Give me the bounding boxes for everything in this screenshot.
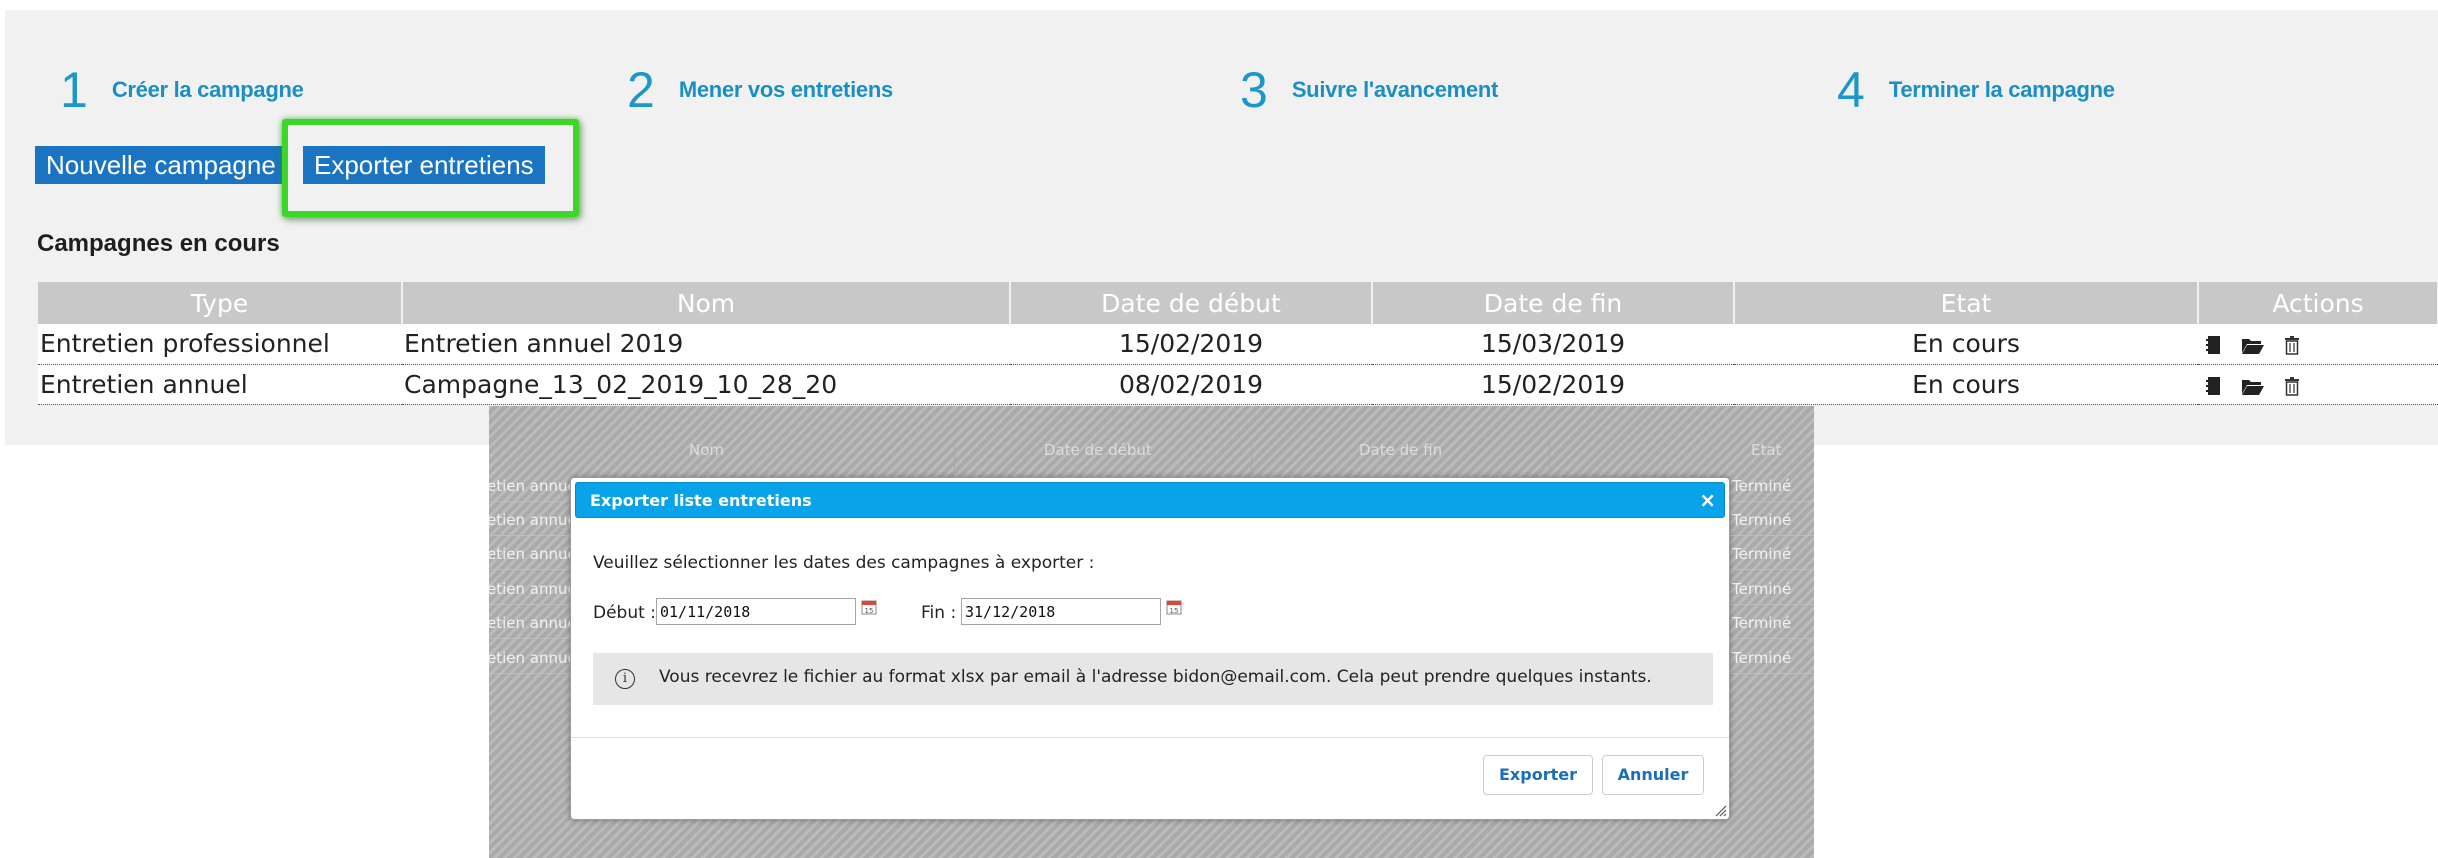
step-label[interactable]: Suivre l'avancement xyxy=(1292,77,1499,103)
bg-header-start-date: Date de début xyxy=(1044,441,1152,459)
cell-end-date: 15/02/2019 xyxy=(1372,364,1734,405)
cell-type: Entretien professionnel xyxy=(38,324,402,365)
step-number: 4 xyxy=(1837,62,1865,118)
new-campaign-button[interactable]: Nouvelle campagne xyxy=(35,146,287,184)
bg-cell-type: etien annuel xyxy=(489,614,581,632)
step-number: 1 xyxy=(60,62,88,118)
trash-icon[interactable] xyxy=(2284,335,2300,355)
folder-open-icon[interactable] xyxy=(2241,335,2265,355)
table-row[interactable]: Entretien professionnel Entretien annuel… xyxy=(38,324,2438,365)
bg-header-status: Etat xyxy=(1751,441,1782,459)
export-button[interactable]: Exporter xyxy=(1483,755,1593,795)
info-text: Vous recevrez le fichier au format xlsx … xyxy=(659,667,1652,687)
info-message: i Vous recevrez le fichier au format xls… xyxy=(593,653,1713,705)
dialog-titlebar[interactable]: Exporter liste entretiens × xyxy=(575,482,1725,518)
column-header-start-date[interactable]: Date de début xyxy=(1010,282,1373,324)
bg-header-separator xyxy=(954,441,955,471)
bg-cell-status: Terminé xyxy=(1732,477,1792,495)
bg-cell-status: Terminé xyxy=(1732,614,1792,632)
bg-cell-type: etien annuel xyxy=(489,545,581,563)
start-date-label: Début : xyxy=(593,603,656,623)
dialog-instructions: Veuillez sélectionner les dates des camp… xyxy=(593,553,1095,573)
bg-header-name: Nom xyxy=(689,441,725,459)
step-label[interactable]: Créer la campagne xyxy=(112,77,304,103)
cell-name: Campagne_13_02_2019_10_28_20 xyxy=(402,364,1010,405)
notebook-icon[interactable] xyxy=(2206,335,2222,355)
bg-header-separator xyxy=(1251,441,1252,471)
column-header-type[interactable]: Type xyxy=(38,282,403,324)
info-icon: i xyxy=(615,669,635,689)
table-header-row: Type Nom Date de début Date de fin Etat … xyxy=(38,282,2438,324)
bg-cell-type: etien annuel xyxy=(489,511,581,529)
step-label[interactable]: Terminer la campagne xyxy=(1889,77,2115,103)
column-header-status[interactable]: Etat xyxy=(1734,282,2199,324)
step-track-progress[interactable]: 3 Suivre l'avancement xyxy=(1240,62,1498,118)
calendar-icon[interactable]: 15 xyxy=(861,599,877,615)
end-date-label: Fin : xyxy=(921,603,957,623)
bg-cell-status: Terminé xyxy=(1732,511,1792,529)
campaign-table: Type Nom Date de début Date de fin Etat … xyxy=(38,282,2438,405)
step-number: 2 xyxy=(627,62,655,118)
folder-open-icon[interactable] xyxy=(2241,376,2265,396)
bg-header-end-date: Date de fin xyxy=(1359,441,1443,459)
bg-cell-status: Terminé xyxy=(1732,580,1792,598)
step-conduct-interviews[interactable]: 2 Mener vos entretiens xyxy=(627,62,893,118)
bg-cell-status: Terminé xyxy=(1732,545,1792,563)
dialog-title: Exporter liste entretiens xyxy=(590,491,812,510)
end-date-input[interactable] xyxy=(961,598,1161,625)
bg-cell-type: etien annuel xyxy=(489,649,581,667)
bg-cell-type: etien annuel xyxy=(489,477,581,495)
step-number: 3 xyxy=(1240,62,1268,118)
cell-name: Entretien annuel 2019 xyxy=(402,324,1010,365)
bg-cell-status: Terminé xyxy=(1732,649,1792,667)
export-dialog: Exporter liste entretiens × Veuillez sél… xyxy=(570,477,1730,820)
calendar-icon[interactable]: 15 xyxy=(1166,599,1182,615)
step-label[interactable]: Mener vos entretiens xyxy=(679,77,893,103)
table-row[interactable]: Entretien annuel Campagne_13_02_2019_10_… xyxy=(38,364,2438,405)
section-title: Campagnes en cours xyxy=(37,230,280,257)
column-header-end-date[interactable]: Date de fin xyxy=(1372,282,1735,324)
close-icon[interactable]: × xyxy=(1699,488,1716,512)
step-create-campaign[interactable]: 1 Créer la campagne xyxy=(60,62,304,118)
start-date-input[interactable] xyxy=(656,598,856,625)
cell-start-date: 15/02/2019 xyxy=(1010,324,1372,365)
trash-icon[interactable] xyxy=(2284,376,2300,396)
resize-handle-icon[interactable] xyxy=(1713,803,1727,817)
bg-header-separator xyxy=(1549,441,1550,471)
dialog-divider xyxy=(571,737,1729,738)
svg-text:15: 15 xyxy=(1170,607,1179,615)
cell-end-date: 15/03/2019 xyxy=(1372,324,1734,365)
cell-actions xyxy=(2198,364,2438,405)
cell-status: En cours xyxy=(1734,364,2198,405)
cell-actions xyxy=(2198,324,2438,365)
column-header-name[interactable]: Nom xyxy=(402,282,1011,324)
notebook-icon[interactable] xyxy=(2206,376,2222,396)
cell-start-date: 08/02/2019 xyxy=(1010,364,1372,405)
svg-text:15: 15 xyxy=(865,607,874,615)
bg-cell-type: etien annuel xyxy=(489,580,581,598)
column-header-actions: Actions xyxy=(2198,282,2438,324)
cell-type: Entretien annuel xyxy=(38,364,402,405)
cancel-button[interactable]: Annuler xyxy=(1602,755,1704,795)
cell-status: En cours xyxy=(1734,324,2198,365)
export-interviews-button[interactable]: Exporter entretiens xyxy=(303,146,545,184)
step-finish-campaign[interactable]: 4 Terminer la campagne xyxy=(1837,62,2115,118)
